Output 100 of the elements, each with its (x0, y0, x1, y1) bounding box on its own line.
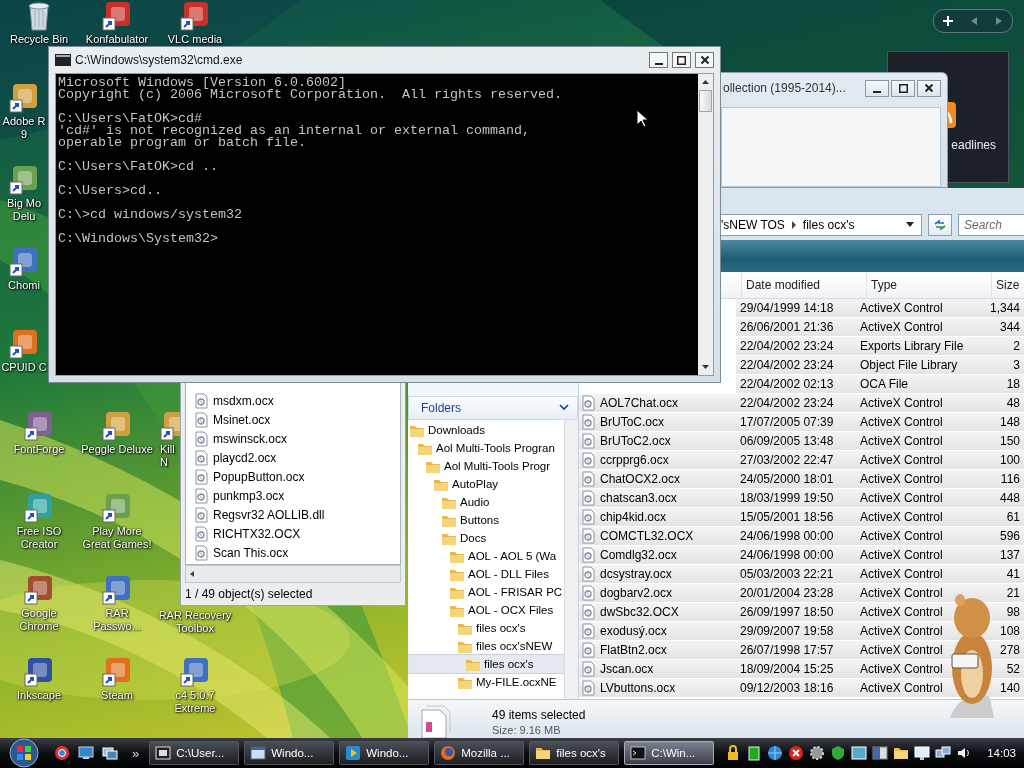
file-row[interactable]: 22/04/2002 23:24 Exports Library File 2 (736, 337, 1024, 356)
clock[interactable]: 14:03 (987, 747, 1016, 759)
tree-item[interactable]: Downloads (408, 421, 564, 439)
file-row[interactable]: BrUToC2.ocx 06/09/2005 13:48 ActiveX Control 150 (579, 432, 1024, 451)
file-row[interactable]: LVbuttons.ocx 09/12/2003 18:16 ActiveX Control 140 (579, 679, 1024, 698)
icon-label: FontForge (13, 443, 65, 456)
list-item[interactable]: msdxm.ocx (186, 391, 400, 410)
scrollbar[interactable] (698, 74, 713, 375)
type-cell-text: ActiveX Control (859, 567, 944, 581)
tree-item[interactable]: files ocx'sNEW (408, 637, 564, 655)
gear-icon[interactable] (809, 745, 826, 761)
icon-label: Inkscape (17, 689, 61, 702)
dropdown-icon[interactable] (903, 221, 917, 229)
maximize-button[interactable] (891, 79, 915, 97)
monitor-icon[interactable] (914, 745, 931, 761)
file-row[interactable]: ccrpprg6.ocx 27/03/2002 22:47 ActiveX Control 100 (579, 451, 1024, 470)
list-item[interactable]: mswinsck.ocx (186, 429, 400, 448)
list-item[interactable]: punkmp3.ocx (186, 486, 400, 505)
tree-item[interactable]: Aol Multi-Tools Progr (408, 457, 564, 475)
size-cell-text: 98 (1005, 605, 1021, 619)
scrollbar[interactable] (185, 565, 401, 583)
column-header[interactable]: Type (866, 272, 991, 298)
file-row[interactable]: exodusý.ocx 29/09/2007 19:58 ActiveX Control 108 (579, 622, 1024, 641)
file-name: chatscan3.ocx (600, 491, 677, 505)
list-item[interactable]: playcd2.ocx (186, 448, 400, 467)
console-line: C:\>cd windows/system32 (58, 209, 242, 221)
file-row[interactable]: Comdlg32.ocx 24/06/1998 00:00 ActiveX Control 137 (579, 546, 1024, 565)
breadcrumb-item[interactable]: files ocx's (802, 218, 855, 232)
taskbar-button[interactable]: C:\User... (149, 741, 240, 765)
taskbar-button[interactable]: Windo... (244, 741, 335, 765)
folder-icon[interactable] (893, 745, 910, 761)
tree-item[interactable]: Aol Multi-Tools Progran (408, 439, 564, 457)
file-row[interactable]: dwSbc32.OCX 26/09/1997 18:50 ActiveX Control 98 (579, 603, 1024, 622)
tree-item[interactable]: AOL - AOL 5 (Wa (408, 547, 564, 565)
square-icon[interactable] (746, 745, 763, 761)
file-row[interactable]: 22/04/2002 02:13 OCA File 18 (736, 375, 1024, 394)
search-field[interactable]: Search (958, 214, 1024, 236)
list-item[interactable]: Regsvr32 AOLLIB.dll (186, 505, 400, 524)
file-row[interactable]: FlatBtn2.ocx 26/07/1998 17:57 ActiveX Control 278 (579, 641, 1024, 660)
close-button[interactable] (917, 79, 941, 97)
file-row[interactable]: 29/04/1999 14:18 ActiveX Control 1,344 (736, 299, 1024, 318)
size-cell-text: 108 (998, 624, 1021, 638)
tree-item[interactable]: files ocx's (408, 619, 564, 637)
tree-item[interactable]: Audio (408, 493, 564, 511)
size-cell-text: 61 (1005, 510, 1021, 524)
window-icon[interactable] (872, 745, 889, 761)
file-row[interactable]: BrUToC.ocx 17/07/2005 07:39 ActiveX Control 148 (579, 413, 1024, 432)
tree-item[interactable]: files ocx's (408, 655, 564, 673)
file-row[interactable]: AOL7Chat.ocx 22/04/2002 23:24 ActiveX Control 48 (579, 394, 1024, 413)
breadcrumb-item[interactable]: 'sNEW TOS (721, 218, 785, 232)
list-item[interactable]: PopupButton.ocx (186, 467, 400, 486)
file-row[interactable]: chip4kid.ocx 15/05/2001 18:56 ActiveX Control 61 (579, 508, 1024, 527)
tree-item[interactable]: AutoPlay (408, 475, 564, 493)
file-row[interactable]: dogbarv2.ocx 20/01/2004 23:28 ActiveX Control 21 (579, 584, 1024, 603)
taskbar-button[interactable]: Windo... (339, 741, 430, 765)
file-row[interactable]: ChatOCX2.ocx 24/05/2000 18:01 ActiveX Control 116 (579, 470, 1024, 489)
list-item[interactable]: RICHTX32.OCX (186, 524, 400, 543)
tree-item[interactable]: My-FILE.ocxNE (408, 673, 564, 691)
file-row[interactable]: Jscan.ocx 18/09/2004 15:25 ActiveX Control 52 (579, 660, 1024, 679)
add-icon[interactable] (941, 15, 954, 27)
windows-icon[interactable] (102, 745, 118, 761)
icon-label: Play More Great Games! (82, 525, 152, 551)
maximize-icon (898, 83, 908, 93)
more-button[interactable]: » (132, 745, 140, 761)
file-row[interactable]: 22/04/2002 23:24 Object File Library 3 (736, 356, 1024, 375)
tree-item[interactable]: AOL - FRISAR PC (408, 583, 564, 601)
taskbar-button[interactable]: C:\Win... (624, 741, 715, 765)
scroll-thumb[interactable] (699, 90, 712, 112)
file-row[interactable]: COMCTL32.OCX 24/06/1998 00:00 ActiveX Control 596 (579, 527, 1024, 546)
tree-item[interactable]: AOL - OCX Files (408, 601, 564, 619)
file-row[interactable]: 26/06/2001 21:36 ActiveX Control 344 (736, 318, 1024, 337)
tree-item[interactable]: Docs (408, 529, 564, 547)
icon-label: Chomi (8, 279, 40, 292)
error-icon[interactable] (788, 745, 805, 761)
column-header[interactable]: Size (991, 272, 1024, 298)
globe-icon[interactable] (54, 745, 70, 761)
file-row[interactable]: chatscan3.ocx 18/03/1999 19:50 ActiveX Control 448 (579, 489, 1024, 508)
column-header[interactable]: Date modified (741, 272, 866, 298)
refresh-button[interactable] (928, 214, 952, 236)
list-item[interactable]: Scan This.ocx (186, 543, 400, 562)
shield-icon[interactable] (830, 745, 847, 761)
console-icon (55, 54, 71, 66)
scrollbar[interactable] (564, 420, 578, 699)
taskbar-button[interactable]: files ocx's (529, 741, 620, 765)
file-icon (581, 547, 596, 563)
globe-icon[interactable] (767, 745, 784, 761)
tree-item[interactable]: AOL - DLL Files (408, 565, 564, 583)
maximize-button[interactable] (672, 52, 691, 68)
file-row[interactable]: dcsystray.ocx 05/03/2003 22:21 ActiveX Control 41 (579, 565, 1024, 584)
close-button[interactable] (695, 52, 714, 68)
previous-icon[interactable] (969, 16, 979, 26)
network-icon[interactable] (935, 745, 952, 761)
desktop-icon[interactable] (78, 745, 94, 761)
minimize-button[interactable] (649, 52, 668, 68)
tree-item[interactable]: Buttons (408, 511, 564, 529)
size-cell-text: 148 (998, 415, 1021, 429)
taskbar-button[interactable]: Mozilla ... (434, 741, 525, 765)
folders-header[interactable]: Folders (408, 396, 578, 420)
minimize-button[interactable] (865, 79, 889, 97)
list-item[interactable]: Msinet.ocx (186, 410, 400, 429)
